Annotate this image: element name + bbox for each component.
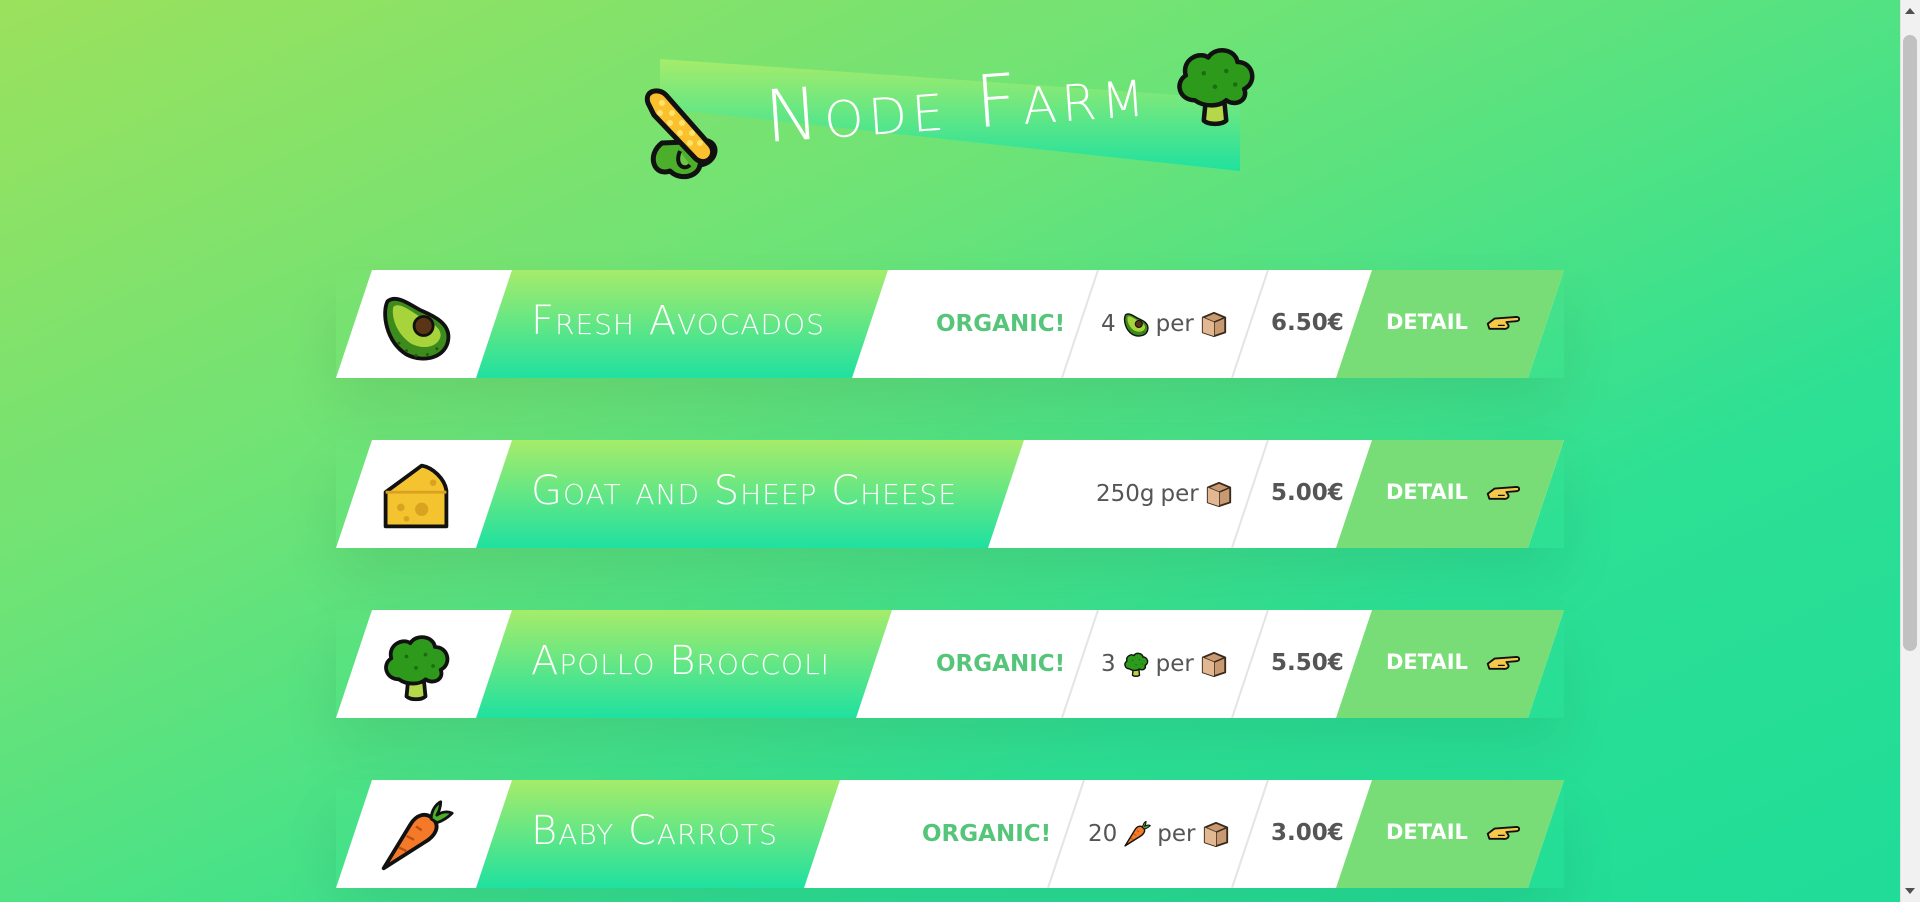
product-price: 3.00€ bbox=[1271, 820, 1344, 846]
detail-label: DETAIL bbox=[1386, 310, 1468, 334]
quantity-info: 4 per bbox=[1101, 310, 1228, 338]
detail-label: DETAIL bbox=[1386, 650, 1468, 674]
organic-badge: ORGANIC! bbox=[936, 651, 1066, 677]
cheese-icon bbox=[378, 458, 454, 534]
product-price: 5.50€ bbox=[1271, 650, 1344, 676]
product-name: Apollo Broccoli bbox=[531, 638, 830, 684]
quantity-amount: 250g bbox=[1096, 481, 1155, 507]
product-name: Baby Carrots bbox=[531, 808, 778, 854]
per-label: per bbox=[1155, 311, 1194, 337]
box-icon bbox=[1202, 820, 1230, 848]
pointing-hand-icon bbox=[1486, 821, 1520, 843]
avocado-icon bbox=[1122, 310, 1150, 338]
detail-button[interactable]: DETAIL bbox=[1386, 820, 1520, 844]
corn-icon bbox=[640, 85, 730, 185]
quantity-info: 3 per bbox=[1101, 650, 1228, 678]
per-label: per bbox=[1157, 821, 1196, 847]
scroll-up-arrow-icon[interactable] bbox=[1905, 8, 1915, 14]
quantity-amount: 4 bbox=[1101, 311, 1116, 337]
per-label: per bbox=[1160, 481, 1199, 507]
box-icon bbox=[1200, 310, 1228, 338]
detail-label: DETAIL bbox=[1386, 480, 1468, 504]
site-header: Node Farm bbox=[640, 35, 1260, 205]
product-price: 5.00€ bbox=[1271, 480, 1344, 506]
broccoli-icon bbox=[1170, 37, 1260, 132]
pointing-hand-icon bbox=[1486, 311, 1520, 333]
quantity-info: 250g per bbox=[1096, 480, 1233, 508]
avocado-icon bbox=[378, 288, 454, 364]
pointing-hand-icon bbox=[1486, 651, 1520, 673]
quantity-info: 20 per bbox=[1088, 820, 1230, 848]
product-card: Fresh Avocados ORGANIC! 4 per 6.50€ DETA… bbox=[336, 270, 1564, 378]
broccoli-icon bbox=[378, 628, 454, 704]
detail-button[interactable]: DETAIL bbox=[1386, 310, 1520, 334]
per-label: per bbox=[1155, 651, 1194, 677]
carrot-icon bbox=[378, 798, 454, 874]
quantity-amount: 3 bbox=[1101, 651, 1116, 677]
carrot-icon bbox=[1123, 820, 1151, 848]
detail-button[interactable]: DETAIL bbox=[1386, 480, 1520, 504]
detail-label: DETAIL bbox=[1386, 820, 1468, 844]
box-icon bbox=[1200, 650, 1228, 678]
product-card: Apollo Broccoli ORGANIC! 3 per 5.50€ DET… bbox=[336, 610, 1564, 718]
scroll-down-arrow-icon[interactable] bbox=[1905, 888, 1915, 894]
pointing-hand-icon bbox=[1486, 481, 1520, 503]
box-icon bbox=[1205, 480, 1233, 508]
product-name: Goat and Sheep Cheese bbox=[531, 468, 957, 514]
product-price: 6.50€ bbox=[1271, 310, 1344, 336]
quantity-amount: 20 bbox=[1088, 821, 1118, 847]
detail-button[interactable]: DETAIL bbox=[1386, 650, 1520, 674]
scrollbar-thumb[interactable] bbox=[1903, 35, 1917, 651]
broccoli-icon bbox=[1122, 650, 1150, 678]
organic-badge: ORGANIC! bbox=[936, 311, 1066, 337]
product-card: Baby Carrots ORGANIC! 20 per 3.00€ DETAI… bbox=[336, 780, 1564, 888]
organic-badge: ORGANIC! bbox=[922, 821, 1052, 847]
product-card: Goat and Sheep Cheese 250g per 5.00€ DET… bbox=[336, 440, 1564, 548]
product-name: Fresh Avocados bbox=[531, 298, 825, 344]
vertical-scrollbar[interactable] bbox=[1900, 0, 1920, 902]
